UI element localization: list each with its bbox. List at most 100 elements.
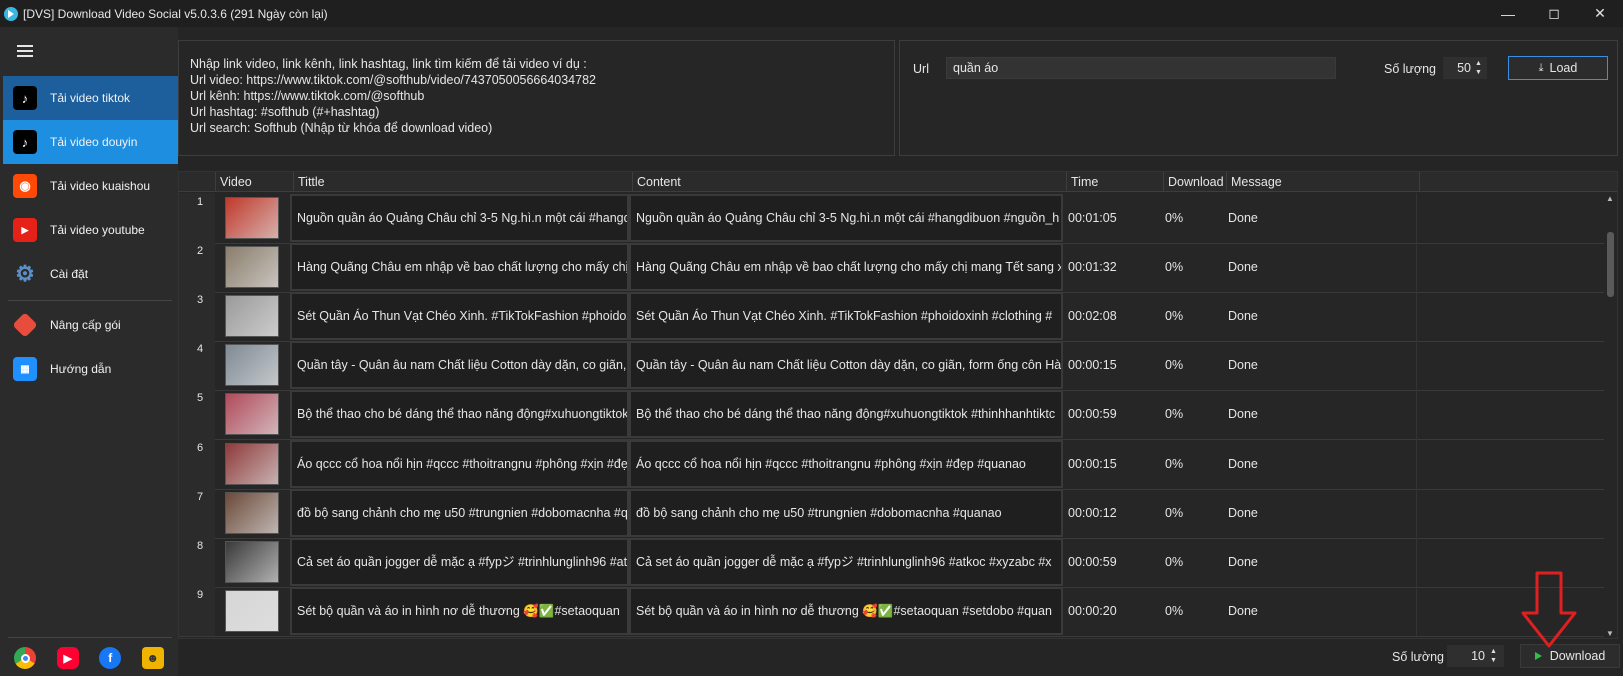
title-cell[interactable]: Áo qccc cổ hoa nổi hịn #qccc #thoitrangn… <box>290 439 629 488</box>
sidebar-item-label: Cài đặt <box>50 267 89 281</box>
video-thumbnail[interactable] <box>225 393 279 436</box>
video-thumbnail[interactable] <box>225 295 279 338</box>
download-progress-cell: 0% <box>1165 505 1184 520</box>
content-cell[interactable]: Cả set áo quần jogger dễ mặc ạ #fypジ #tr… <box>629 537 1063 586</box>
column-header-video[interactable]: Video <box>215 172 293 192</box>
content-cell[interactable]: Áo qccc cổ hoa nổi hịn #qccc #thoitrangn… <box>629 439 1063 488</box>
video-thumbnail[interactable] <box>225 344 279 387</box>
column-divider <box>1416 242 1417 293</box>
video-thumbnail[interactable] <box>225 491 279 534</box>
url-panel: Url Số lượng 50 ▲▼ ⤓ Load <box>899 40 1618 156</box>
title-cell[interactable]: Hàng Quãng Châu em nhập về bao chất lượn… <box>290 243 629 292</box>
title-cell[interactable]: Sét Quần Áo Thun Vạt Chéo Xinh. #TikTokF… <box>290 292 629 341</box>
column-divider <box>1416 487 1417 538</box>
download-progress-cell: 0% <box>1165 309 1184 324</box>
time-cell: 00:00:20 <box>1068 603 1117 618</box>
gear-icon: ⚙ <box>15 261 35 286</box>
table-row[interactable]: 3 Sét Quần Áo Thun Vạt Chéo Xinh. #TikTok… <box>179 291 1606 343</box>
minimize-icon[interactable]: — <box>1485 0 1531 27</box>
quantity-value: 50 <box>1457 61 1471 75</box>
time-cell: 00:00:15 <box>1068 456 1117 471</box>
table-row[interactable]: 7 đồ bộ sang chảnh cho mẹ u50 #trungnien … <box>179 487 1606 539</box>
sidebar-item-guide[interactable]: ▦ Hướng dẫn <box>3 347 178 391</box>
chrome-icon[interactable] <box>14 647 37 669</box>
table-row[interactable]: 4 Quần tây - Quân âu nam Chất liệu Cotton… <box>179 340 1606 392</box>
footer-quantity-stepper[interactable]: 10 ▲ ▼ <box>1447 645 1504 667</box>
table-row[interactable]: 1 Nguồn quần áo Quảng Châu chỉ 3-5 Ng.hì.… <box>179 193 1606 244</box>
url-input[interactable] <box>946 57 1336 79</box>
table-row[interactable]: 8 Cả set áo quần jogger dễ mặc ạ #fypジ #t… <box>179 536 1606 588</box>
table-header: Video Tittle Content Time Download Messa… <box>179 172 1617 192</box>
footer-quantity-label: Số lường <box>1392 650 1445 664</box>
hamburger-menu-icon[interactable] <box>17 45 33 57</box>
quantity-stepper[interactable]: 50 ▲ ▼ <box>1443 57 1487 79</box>
video-thumbnail[interactable] <box>225 540 279 583</box>
sidebar-item-label: Hướng dẫn <box>50 362 112 376</box>
spinner-arrows-icon[interactable]: ▲ ▼ <box>1475 59 1485 77</box>
content-cell[interactable]: Hàng Quãng Châu em nhập về bao chất lượn… <box>629 243 1063 292</box>
title-cell[interactable]: Quần tây - Quân âu nam Chất liệu Cotton … <box>290 341 629 390</box>
row-number: 9 <box>179 585 215 636</box>
sidebar-bottom-icons: ▶ f ☻ <box>0 640 178 676</box>
scroll-up-icon[interactable]: ▲ <box>1606 194 1614 203</box>
column-header-title[interactable]: Tittle <box>293 172 632 192</box>
scrollbar-thumb[interactable] <box>1607 232 1614 297</box>
facebook-icon[interactable]: f <box>99 647 122 669</box>
time-cell: 00:00:12 <box>1068 505 1117 520</box>
sidebar-item-settings[interactable]: ⚙ Cài đặt <box>3 252 178 296</box>
sidebar-item-youtube[interactable]: ▶ Tải video youtube <box>3 208 178 252</box>
load-button[interactable]: ⤓ Load <box>1508 56 1608 80</box>
table-row[interactable]: 2 Hàng Quãng Châu em nhập về bao chất lượ… <box>179 242 1606 294</box>
sidebar-item-kuaishou[interactable]: ◉ Tải video kuaishou <box>3 164 178 208</box>
content-cell[interactable]: đồ bộ sang chảnh cho mẹ u50 #trungnien #… <box>629 488 1063 537</box>
message-cell: Done <box>1228 505 1258 520</box>
scroll-down-icon[interactable]: ▼ <box>1606 629 1614 638</box>
douyin-icon: ♪ <box>13 130 37 154</box>
table-row[interactable]: 6 Áo qccc cổ hoa nổi hịn #qccc #thoitrang… <box>179 438 1606 490</box>
row-number: 2 <box>179 242 215 293</box>
play-icon <box>1534 652 1542 660</box>
table-row[interactable]: 5 Bộ thể thao cho bé dáng thể thao năng đ… <box>179 389 1606 441</box>
spinner-arrows-icon[interactable]: ▲ ▼ <box>1490 647 1500 665</box>
title-cell[interactable]: Sét bộ quần và áo in hình nơ dễ thương 🥰… <box>290 586 629 635</box>
message-cell: Done <box>1228 407 1258 422</box>
column-header-time[interactable]: Time <box>1066 172 1163 192</box>
video-thumbnail[interactable] <box>225 197 279 239</box>
column-divider <box>1416 536 1417 587</box>
video-thumbnail[interactable] <box>225 246 279 289</box>
content-cell[interactable]: Bộ thể thao cho bé dáng thể thao năng độ… <box>629 390 1063 439</box>
title-cell[interactable]: Bộ thể thao cho bé dáng thể thao năng độ… <box>290 390 629 439</box>
maximize-icon[interactable]: ◻ <box>1531 0 1577 27</box>
table-row[interactable]: 9 Sét bộ quần và áo in hình nơ dễ thương … <box>179 585 1606 637</box>
column-divider <box>1416 389 1417 440</box>
column-header-filler <box>1419 172 1617 192</box>
sidebar-item-label: Nâng cấp gói <box>50 318 121 332</box>
footer-bar: Số lường 10 ▲ ▼ Download <box>178 639 1623 676</box>
column-header-content[interactable]: Content <box>632 172 1066 192</box>
content-cell[interactable]: Quần tây - Quân âu nam Chất liệu Cotton … <box>629 341 1063 390</box>
support-agent-icon[interactable]: ☻ <box>141 647 164 669</box>
sidebar-item-upgrade[interactable]: Nâng cấp gói <box>3 303 178 347</box>
vertical-scrollbar[interactable]: ▲ ▼ <box>1604 192 1617 638</box>
sidebar-item-tiktok[interactable]: ♪ Tải video tiktok <box>3 76 178 120</box>
instruction-line: Url search: Softhub (Nhập từ khóa để dow… <box>190 121 493 135</box>
download-button-label: Download <box>1549 649 1606 663</box>
title-cell[interactable]: đồ bộ sang chảnh cho mẹ u50 #trungnien #… <box>290 488 629 537</box>
content-cell[interactable]: Nguồn quần áo Quảng Châu chỉ 3-5 Ng.hì.n… <box>629 194 1063 242</box>
title-cell[interactable]: Nguồn quần áo Quảng Châu chỉ 3-5 Ng.hì.n… <box>290 194 629 242</box>
upgrade-tag-icon <box>12 312 38 338</box>
row-number: 1 <box>179 193 215 243</box>
column-header-download[interactable]: Download <box>1163 172 1226 192</box>
video-thumbnail[interactable] <box>225 442 279 485</box>
title-cell[interactable]: Cả set áo quần jogger dễ mặc ạ #fypジ #tr… <box>290 537 629 586</box>
shorts-icon[interactable]: ▶ <box>56 647 79 669</box>
row-number: 4 <box>179 340 215 391</box>
content-cell[interactable]: Sét bộ quần và áo in hình nơ dễ thương 🥰… <box>629 586 1063 635</box>
content-cell[interactable]: Sét Quần Áo Thun Vạt Chéo Xinh. #TikTokF… <box>629 292 1063 341</box>
annotation-arrow-icon <box>1521 571 1577 648</box>
video-thumbnail[interactable] <box>225 589 279 632</box>
sidebar-item-douyin[interactable]: ♪ Tải video douyin <box>3 120 178 164</box>
close-icon[interactable]: ✕ <box>1577 0 1623 27</box>
kuaishou-icon: ◉ <box>13 174 37 198</box>
column-header-message[interactable]: Message <box>1226 172 1419 192</box>
